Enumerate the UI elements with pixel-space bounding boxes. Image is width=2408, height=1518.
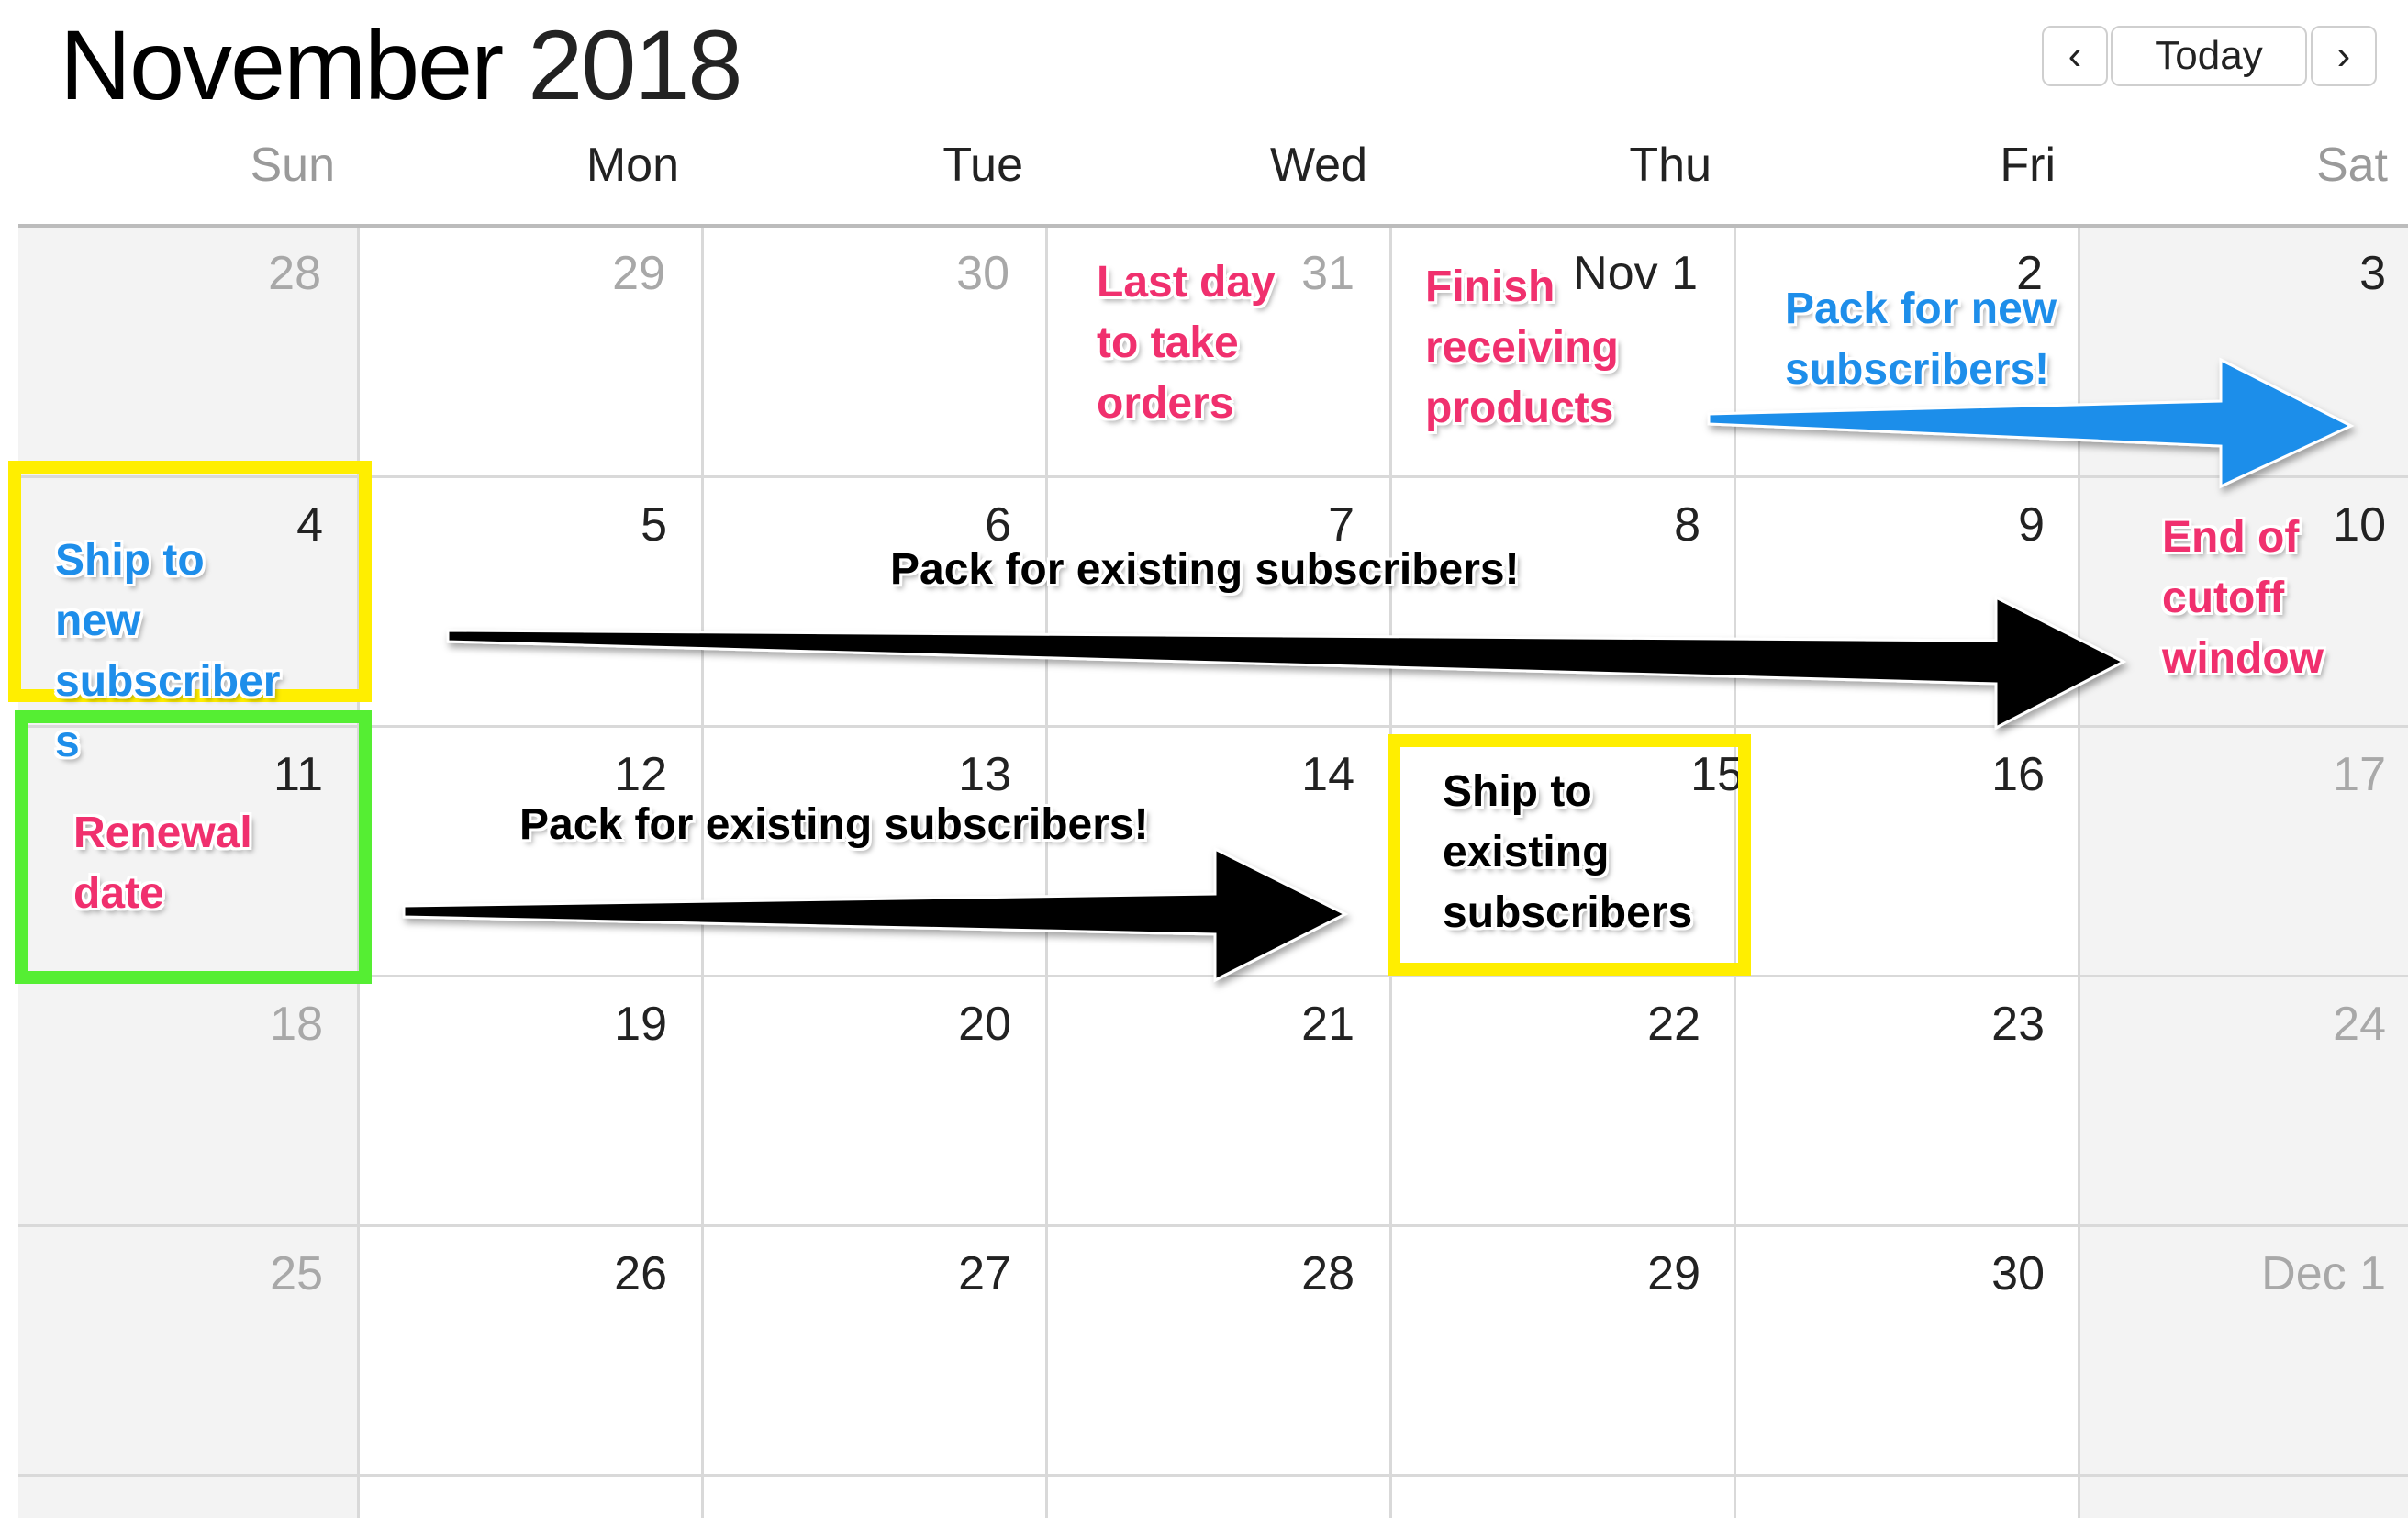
annotation-ship-to-new-subscribers: Ship to new subscriber s [55,536,281,766]
annotation-last-day-to-take-orders: Last day to take orders [1097,258,1276,428]
annotation-pack-for-existing-subscribers-week3: Pack for existing subscribers! [519,800,1149,849]
annotation-pack-for-existing-subscribers-week2: Pack for existing subscribers! [890,545,1520,594]
annotation-ship-to-existing-subscribers: Ship to existing subscribers [1443,767,1693,937]
annotation-end-of-cutoff-window: End of cutoff window [2162,513,2324,683]
annotation-pack-for-new-subscribers: Pack for new subscribers! [1785,285,2057,394]
annotation-arrows [402,357,2355,983]
annotation-finish-receiving-products: Finish receiving products [1425,262,1619,432]
black-arrow-icon [446,595,2127,731]
black-arrow-icon [402,846,1349,983]
annotation-renewal-date: Renewal date [73,809,252,918]
